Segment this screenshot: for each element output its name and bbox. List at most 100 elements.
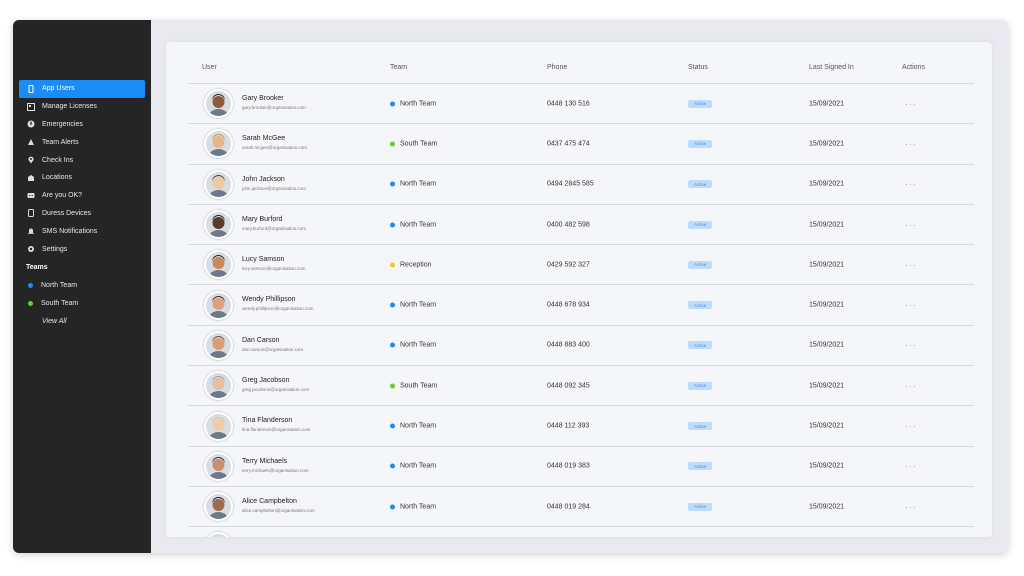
row-actions-icon[interactable]: ··· <box>905 461 917 471</box>
table-row[interactable]: Wendy Phillipson wendy.phillipson@organis… <box>188 285 974 326</box>
team-name: North Team <box>400 221 437 229</box>
status-badge: Active <box>688 422 713 431</box>
phone-icon <box>27 84 35 93</box>
sidebar-item-settings[interactable]: Settings <box>19 240 145 258</box>
team-name: North Team <box>400 180 437 188</box>
team-dot <box>390 222 395 228</box>
table-row[interactable]: John Jackson john.jackson@organisation.co… <box>188 165 974 205</box>
status-badge: Active <box>688 99 713 108</box>
table-row[interactable]: Alice Campbelton alice.campbelton@organis… <box>188 487 974 528</box>
team-cell: North Team <box>390 423 436 430</box>
table-row[interactable]: Greg Jacobson greg.jacobson@organisation.… <box>188 366 974 407</box>
sidebar-item-locations[interactable]: Locations <box>19 169 145 187</box>
team-name: North Team <box>400 301 437 309</box>
view-all-teams-link[interactable]: View All <box>19 312 145 330</box>
sidebar-item-sms-notifications[interactable]: SMS Notifications <box>19 222 145 240</box>
team-dot <box>390 101 395 107</box>
table-row[interactable]: Terry Michaels terry.michaels@organisatio… <box>188 447 974 487</box>
sidebar-item-check-ins[interactable]: Check Ins <box>19 151 145 169</box>
device-icon <box>27 209 35 218</box>
team-name: North Team <box>400 422 437 430</box>
avatar <box>204 169 233 199</box>
status-badge: Active <box>688 220 713 229</box>
team-cell: North Team <box>390 100 436 107</box>
user-email: john.jackson@organisation.com <box>242 185 306 191</box>
status-badge: Active <box>688 502 713 511</box>
sidebar-item-label: SMS Notifications <box>42 227 98 235</box>
sidebar-item-are-you-ok[interactable]: Are you OK? <box>19 187 145 205</box>
row-actions-icon[interactable]: ··· <box>905 179 917 189</box>
sidebar-item-team-alerts[interactable]: Team Alerts <box>19 133 145 151</box>
avatar <box>204 371 233 401</box>
user-email: mary.burford@organisation.com <box>242 225 307 231</box>
header-user: User <box>202 64 217 71</box>
row-actions-icon[interactable]: ··· <box>905 260 917 270</box>
sidebar-item-label: Are you OK? <box>42 192 83 200</box>
sidebar-item-label: Locations <box>42 174 72 182</box>
sidebar-item-app-users[interactable]: App Users <box>19 80 145 98</box>
row-actions-icon[interactable]: ··· <box>905 139 917 149</box>
last-signed-in-cell: 15/09/2021 <box>809 221 845 229</box>
sidebar-item-emergencies[interactable]: Emergencies <box>19 116 145 134</box>
status-cell: Active <box>688 260 713 269</box>
row-actions-icon[interactable]: ··· <box>905 421 917 431</box>
last-signed-in-cell: 15/09/2021 <box>809 180 845 188</box>
table-row[interactable]: Lucy Samson lucy.samson@organisation.com R… <box>188 245 974 286</box>
table-row[interactable]: Mary Burford mary.burford@organisation.co… <box>188 205 974 246</box>
avatar <box>204 411 233 441</box>
table-row[interactable] <box>188 527 974 537</box>
user-name: Gary Brooker <box>242 95 284 102</box>
phone-cell: 0437 475 474 <box>547 140 590 148</box>
status-cell: Active <box>688 99 713 108</box>
teams-heading: Teams <box>26 264 48 271</box>
header-last-signed-in: Last Signed In <box>809 64 854 71</box>
avatar <box>204 330 233 360</box>
sidebar-item-label: Duress Devices <box>42 209 92 217</box>
user-name: Alice Campbelton <box>242 497 297 505</box>
row-actions-icon[interactable]: ··· <box>905 340 917 350</box>
team-cell: North Team <box>390 221 436 228</box>
sidebar-item-label: App Users <box>42 85 75 93</box>
phone-cell: 0448 883 400 <box>547 341 590 349</box>
user-email: greg.jacobson@organisation.com <box>242 387 310 393</box>
sidebar-item-label: Team Alerts <box>42 138 79 146</box>
sidebar-nav: App Users Manage Licenses Emergencies Te… <box>19 80 145 258</box>
last-signed-in-cell: 15/09/2021 <box>809 382 845 390</box>
user-name: John Jackson <box>242 175 285 183</box>
status-cell: Active <box>688 301 713 310</box>
row-actions-icon[interactable]: ··· <box>905 99 917 109</box>
sidebar-team-north[interactable]: North Team <box>19 276 145 294</box>
table-row[interactable]: Dan Carson dan.carson@organisation.com Nor… <box>188 326 974 367</box>
avatar <box>204 451 233 481</box>
user-email: dan.carson@organisation.com <box>242 346 304 352</box>
gear-icon <box>27 245 35 253</box>
user-name: Greg Jacobson <box>242 377 290 385</box>
team-label: North Team <box>41 281 78 289</box>
table-row[interactable]: Tina Flanderson tina.flanderson@organisat… <box>188 406 974 447</box>
team-cell: North Team <box>390 181 436 188</box>
row-actions-icon[interactable]: ··· <box>905 300 917 310</box>
license-icon <box>27 102 35 111</box>
row-actions-icon[interactable]: ··· <box>905 381 917 391</box>
status-cell: Active <box>688 381 713 390</box>
sidebar-item-duress-devices[interactable]: Duress Devices <box>19 205 145 223</box>
phone-cell: 0448 130 516 <box>547 100 590 108</box>
team-name: North Team <box>400 503 437 511</box>
user-email: sarah.mcgee@organisation.com <box>242 145 307 151</box>
table-row[interactable]: Sarah McGee sarah.mcgee@organisation.com S… <box>188 124 974 165</box>
table-body: Gary Brooker gary.brooker@organisation.co… <box>188 84 974 537</box>
location-pin-icon <box>27 156 35 164</box>
users-table: User Team Phone Status Last Signed In Ac… <box>188 42 974 537</box>
header-status: Status <box>688 64 708 71</box>
last-signed-in-cell: 15/09/2021 <box>809 341 845 349</box>
avatar <box>204 492 233 522</box>
team-dot <box>390 423 395 429</box>
sidebar-team-south[interactable]: South Team <box>19 294 145 312</box>
table-row[interactable]: Gary Brooker gary.brooker@organisation.co… <box>188 84 974 125</box>
user-name: Wendy Phillipson <box>242 296 296 304</box>
team-label: South Team <box>41 299 79 307</box>
sidebar-item-manage-licenses[interactable]: Manage Licenses <box>19 98 145 116</box>
row-actions-icon[interactable]: ··· <box>905 502 917 512</box>
last-signed-in-cell: 15/09/2021 <box>809 503 845 511</box>
row-actions-icon[interactable]: ··· <box>905 220 917 230</box>
